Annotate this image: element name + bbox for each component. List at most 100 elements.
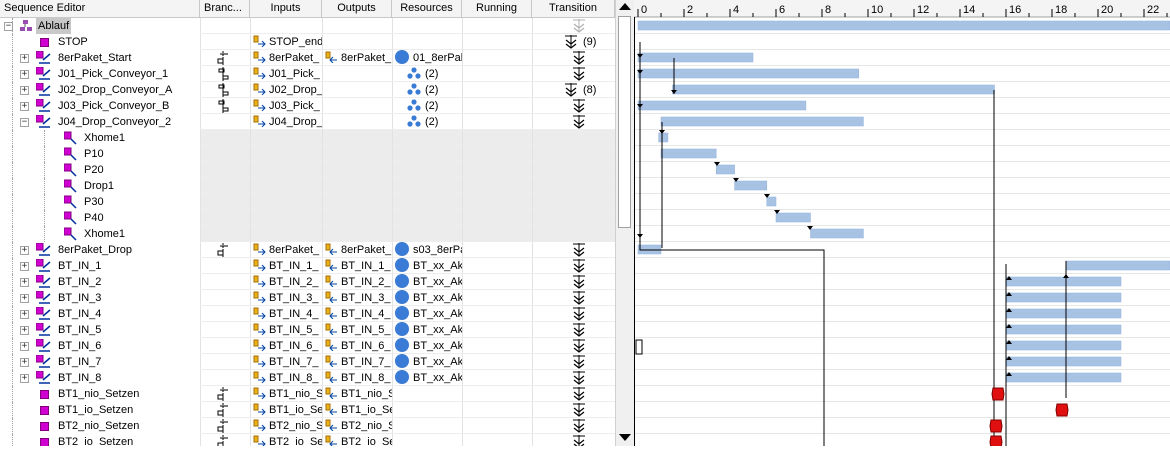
- expand-button[interactable]: +: [20, 310, 29, 319]
- inputs-cell[interactable]: BT2_nio_S: [252, 418, 322, 434]
- tree-row[interactable]: BT2_nio_Setzen BT2_nio_S BT2_nio_S: [0, 418, 615, 434]
- sequence-name[interactable]: BT1_nio_Setzen: [58, 386, 139, 402]
- outputs-cell[interactable]: BT1_io_Se: [324, 402, 392, 418]
- outputs-cell[interactable]: BT_IN_2_: [324, 274, 392, 290]
- tree-row[interactable]: +8erPaket_Start 8erPaket_ 8erPaket_ 01_8erP…: [0, 50, 615, 66]
- transition-cell[interactable]: [533, 354, 615, 370]
- transition-cell[interactable]: (9): [533, 34, 615, 50]
- transition-cell[interactable]: (8): [533, 82, 615, 98]
- tree-row[interactable]: Drop1: [0, 178, 615, 194]
- transition-cell[interactable]: [533, 370, 615, 386]
- scroll-up-button[interactable]: [619, 3, 631, 10]
- sequence-name[interactable]: P30: [84, 194, 104, 210]
- expand-button[interactable]: +: [20, 278, 29, 287]
- tree-row[interactable]: P30: [0, 194, 615, 210]
- tree-row[interactable]: Xhome1: [0, 226, 615, 242]
- outputs-cell[interactable]: BT_IN_7_: [324, 354, 392, 370]
- expand-button[interactable]: +: [20, 262, 29, 271]
- expand-button[interactable]: +: [20, 342, 29, 351]
- transition-cell[interactable]: [533, 114, 615, 130]
- expand-button[interactable]: +: [20, 54, 29, 63]
- sequence-name[interactable]: BT1_io_Setzen: [58, 402, 133, 418]
- tree-row[interactable]: − J04_Drop_Conveyor_2 J04_Drop_ (2): [0, 114, 615, 130]
- transition-cell[interactable]: [533, 66, 615, 82]
- sequence-name[interactable]: J03_Pick_Conveyor_B: [58, 98, 169, 114]
- expand-button[interactable]: +: [20, 326, 29, 335]
- inputs-cell[interactable]: BT1_io_Se: [252, 402, 322, 418]
- resources-cell[interactable]: (2): [393, 98, 462, 114]
- tree-row[interactable]: + BT_IN_6 BT_IN_6_ BT_IN_6_ BT_xx_Ak: [0, 338, 615, 354]
- sequence-name[interactable]: Ablauf: [36, 18, 72, 34]
- inputs-cell[interactable]: STOP_end: [252, 34, 322, 50]
- outputs-cell[interactable]: BT_IN_6_: [324, 338, 392, 354]
- tree-row[interactable]: + BT_IN_1 BT_IN_1_ BT_IN_1_ BT_xx_Ak: [0, 258, 615, 274]
- transition-cell[interactable]: [533, 338, 615, 354]
- resources-cell[interactable]: BT_xx_Ak: [393, 338, 462, 354]
- sequence-name[interactable]: P10: [84, 146, 104, 162]
- resources-cell[interactable]: BT_xx_Ak: [393, 274, 462, 290]
- collapse-button[interactable]: −: [20, 118, 29, 127]
- sequence-name[interactable]: Drop1: [84, 178, 114, 194]
- transition-cell[interactable]: [533, 242, 615, 258]
- outputs-cell[interactable]: 8erPaket_: [324, 242, 392, 258]
- inputs-cell[interactable]: J02_Drop_: [252, 82, 322, 98]
- sequence-name[interactable]: BT_IN_7: [58, 354, 101, 370]
- column-header-transition[interactable]: Transition: [532, 0, 615, 17]
- resources-cell[interactable]: 01_8erPak: [393, 50, 462, 66]
- sequence-name[interactable]: J04_Drop_Conveyor_2: [58, 114, 171, 130]
- sequence-name[interactable]: BT2_nio_Setzen: [58, 418, 139, 434]
- tree-row[interactable]: + J01_Pick_Conveyor_1 J01_Pick_ (2): [0, 66, 615, 82]
- tree-row[interactable]: + J02_Drop_Conveyor_A J02_Drop_ (2) (8): [0, 82, 615, 98]
- transition-cell[interactable]: [533, 258, 615, 274]
- outputs-cell[interactable]: BT2_nio_S: [324, 418, 392, 434]
- tree-row[interactable]: + J03_Pick_Conveyor_B J03_Pick_ (2): [0, 98, 615, 114]
- transition-cell[interactable]: [533, 50, 615, 66]
- sequence-name[interactable]: BT_IN_6: [58, 338, 101, 354]
- tree-row[interactable]: − Ablauf: [0, 18, 615, 34]
- transition-cell[interactable]: [533, 274, 615, 290]
- gantt-chart[interactable]: 0 2 4 6 8 10 12 14 16 18 20 22: [634, 0, 1170, 449]
- sequence-name[interactable]: P40: [84, 210, 104, 226]
- expand-button[interactable]: +: [20, 246, 29, 255]
- transition-cell[interactable]: [533, 290, 615, 306]
- resources-cell[interactable]: BT_xx_Ak: [393, 258, 462, 274]
- expand-button[interactable]: +: [20, 294, 29, 303]
- outputs-cell[interactable]: 8erPaket_: [324, 50, 392, 66]
- outputs-cell[interactable]: BT_IN_3_: [324, 290, 392, 306]
- expand-button[interactable]: +: [20, 374, 29, 383]
- expand-button[interactable]: +: [20, 70, 29, 79]
- outputs-cell[interactable]: BT2_io_Se: [324, 434, 392, 446]
- inputs-cell[interactable]: J01_Pick_: [252, 66, 322, 82]
- sequence-name[interactable]: BT_IN_3: [58, 290, 101, 306]
- resources-cell[interactable]: BT_xx_Ak: [393, 354, 462, 370]
- tree-row[interactable]: +8erPaket_Drop 8erPaket_ 8erPaket_ s03_8erP…: [0, 242, 615, 258]
- inputs-cell[interactable]: 8erPaket_: [252, 50, 322, 66]
- tree-row[interactable]: STOP STOP_end (9): [0, 34, 615, 50]
- outputs-cell[interactable]: BT_IN_5_: [324, 322, 392, 338]
- transition-cell[interactable]: [533, 418, 615, 434]
- resources-cell[interactable]: BT_xx_Ak: [393, 306, 462, 322]
- tree-row[interactable]: + BT_IN_4 BT_IN_4_ BT_IN_4_ BT_xx_Ak: [0, 306, 615, 322]
- resources-cell[interactable]: BT_xx_Ak: [393, 370, 462, 386]
- outputs-cell[interactable]: BT_IN_4_: [324, 306, 392, 322]
- inputs-cell[interactable]: BT1_nio_S: [252, 386, 322, 402]
- resources-cell[interactable]: s03_8erPa: [393, 242, 462, 258]
- sequence-name[interactable]: Xhome1: [84, 226, 125, 242]
- tree-row[interactable]: + BT_IN_2 BT_IN_2_ BT_IN_2_ BT_xx_Ak: [0, 274, 615, 290]
- transition-cell[interactable]: [533, 434, 615, 446]
- outputs-cell[interactable]: BT_IN_8_: [324, 370, 392, 386]
- tree-row[interactable]: + BT_IN_7 BT_IN_7_ BT_IN_7_ BT_xx_Ak: [0, 354, 615, 370]
- tree-row[interactable]: + BT_IN_8 BT_IN_8_ BT_IN_8_ BT_xx_Ak: [0, 370, 615, 386]
- column-header-branch[interactable]: Branc...: [200, 0, 250, 17]
- tree-row[interactable]: BT1_io_Setzen BT1_io_Se BT1_io_Se: [0, 402, 615, 418]
- outputs-cell[interactable]: BT_IN_1_: [324, 258, 392, 274]
- vertical-scrollbar[interactable]: [615, 0, 634, 446]
- tree-row[interactable]: BT1_nio_Setzen BT1_nio_S BT1_nio_S: [0, 386, 615, 402]
- inputs-cell[interactable]: BT_IN_3_: [252, 290, 322, 306]
- inputs-cell[interactable]: J04_Drop_: [252, 114, 322, 130]
- sequence-name[interactable]: BT_IN_1: [58, 258, 101, 274]
- inputs-cell[interactable]: BT_IN_1_: [252, 258, 322, 274]
- tree-row[interactable]: + BT_IN_5 BT_IN_5_ BT_IN_5_ BT_xx_Ak: [0, 322, 615, 338]
- sequence-name[interactable]: J02_Drop_Conveyor_A: [58, 82, 172, 98]
- resources-cell[interactable]: (2): [393, 114, 462, 130]
